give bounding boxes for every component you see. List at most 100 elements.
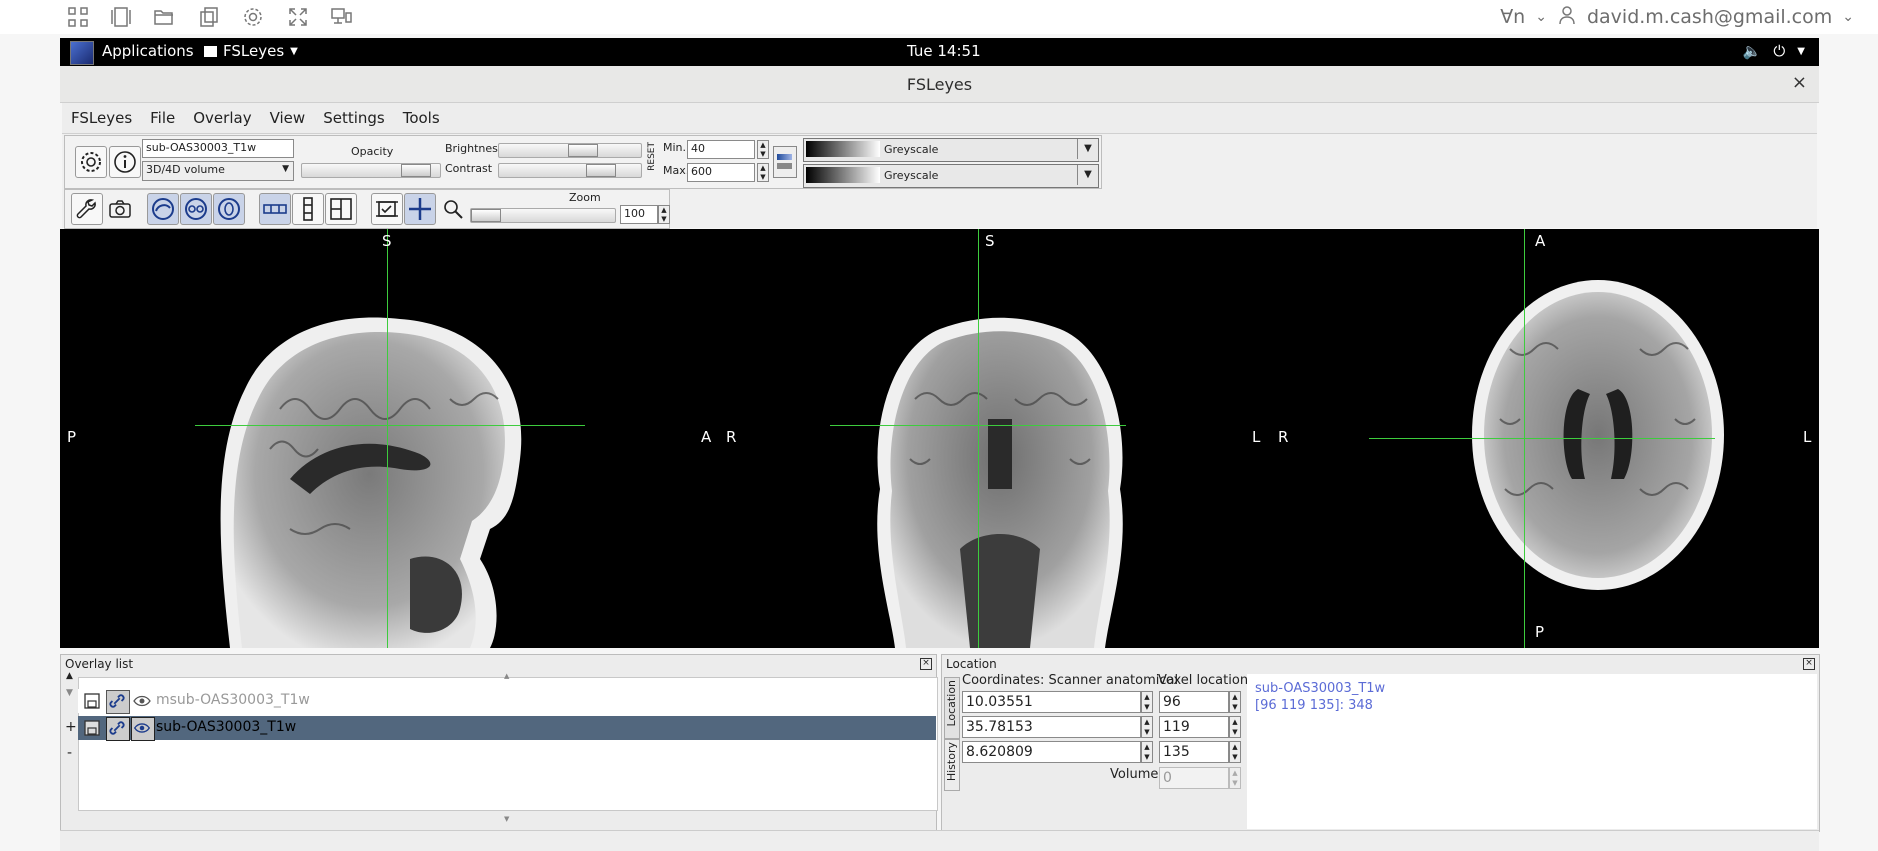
sagittal-canvas[interactable] bbox=[60, 229, 720, 648]
brightness-slider[interactable] bbox=[498, 143, 642, 158]
colormap-select[interactable]: Greyscale ▼ bbox=[803, 138, 1099, 162]
ortho-viewer[interactable]: S P A R S L R A L P bbox=[60, 229, 1819, 648]
applications-logo-icon[interactable] bbox=[70, 41, 94, 65]
zoom-slider[interactable] bbox=[470, 208, 616, 223]
ortho-settings-wrench-button[interactable] bbox=[71, 193, 103, 225]
user-email[interactable]: david.m.cash@gmail.com bbox=[1587, 6, 1832, 28]
menu-overlay[interactable]: Overlay bbox=[184, 109, 260, 127]
window-close-button[interactable]: × bbox=[1792, 72, 1807, 93]
display-icon[interactable] bbox=[329, 5, 353, 29]
scroll-down-icon[interactable]: ▼ bbox=[504, 815, 509, 823]
chevron-down-icon[interactable]: ⌄ bbox=[1535, 9, 1547, 25]
tab-location[interactable]: Location bbox=[944, 677, 960, 739]
overlay-info-button[interactable] bbox=[109, 146, 141, 178]
toggle-labels-button[interactable] bbox=[371, 193, 403, 225]
overlay-name[interactable]: sub-OAS30003_T1w bbox=[156, 719, 296, 735]
link-icon[interactable] bbox=[106, 717, 130, 741]
volume-spinner[interactable]: ▲ ▼ bbox=[1229, 767, 1241, 789]
menu-tools[interactable]: Tools bbox=[394, 109, 449, 127]
power-icon[interactable]: ⏻ bbox=[1773, 42, 1785, 60]
coordinate-y-field[interactable]: 35.78153 bbox=[962, 716, 1141, 738]
chevron-down-icon[interactable]: ⌄ bbox=[1842, 9, 1854, 25]
clock[interactable]: Tue 14:51 bbox=[907, 42, 981, 60]
applications-menu[interactable]: Applications bbox=[102, 42, 194, 60]
toggle-cursor-button[interactable] bbox=[404, 193, 436, 225]
volume-field[interactable]: 0 bbox=[1159, 767, 1229, 789]
voxel-location-label: Voxel location bbox=[1158, 673, 1249, 688]
menu-view[interactable]: View bbox=[261, 109, 315, 127]
copy-icon[interactable] bbox=[197, 5, 221, 29]
volume-icon[interactable]: 🔈 bbox=[1743, 42, 1762, 60]
max-spinner[interactable]: ▲ ▼ bbox=[757, 163, 769, 182]
zoom-field[interactable]: 100 bbox=[620, 205, 658, 224]
coordinate-y-spinner[interactable]: ▲ ▼ bbox=[1141, 716, 1153, 738]
min-spinner[interactable]: ▲ ▼ bbox=[757, 140, 769, 159]
toggle-coronal-button[interactable] bbox=[180, 193, 212, 225]
app-menu-fsleyes[interactable]: FSLeyes ▼ bbox=[204, 42, 298, 60]
axial-right-label: L bbox=[1803, 428, 1812, 446]
zoom-slider-thumb[interactable] bbox=[471, 209, 501, 222]
folder-open-icon[interactable] bbox=[152, 5, 176, 29]
axial-top-label: A bbox=[1535, 232, 1546, 250]
menu-file[interactable]: File bbox=[141, 109, 184, 127]
caret-down-icon[interactable]: ▼ bbox=[1797, 46, 1805, 57]
save-icon[interactable] bbox=[81, 717, 103, 739]
add-overlay-button[interactable]: + bbox=[65, 719, 77, 735]
move-up-icon[interactable]: ▲ bbox=[66, 671, 73, 681]
settings-gear-icon[interactable] bbox=[241, 5, 265, 29]
coronal-canvas[interactable] bbox=[720, 229, 1260, 648]
coordinate-x-field[interactable]: 10.03551 bbox=[962, 691, 1141, 713]
brightness-slider-thumb[interactable] bbox=[568, 144, 598, 157]
contrast-slider-thumb[interactable] bbox=[586, 164, 616, 177]
zoom-magnifier-icon[interactable] bbox=[437, 193, 469, 225]
close-panel-button[interactable]: × bbox=[920, 658, 932, 670]
sidebar-toggle-icon[interactable] bbox=[109, 5, 133, 29]
colormap-value: Greyscale bbox=[884, 169, 939, 182]
link-icon[interactable] bbox=[106, 690, 130, 714]
coordinate-x-spinner[interactable]: ▲ ▼ bbox=[1141, 691, 1153, 713]
coordinate-z-field[interactable]: 8.620809 bbox=[962, 741, 1141, 763]
toggle-axial-button[interactable] bbox=[213, 193, 245, 225]
voxel-y-spinner[interactable]: ▲ ▼ bbox=[1229, 716, 1241, 738]
zoom-spinner[interactable]: ▲ ▼ bbox=[658, 205, 670, 224]
overlay-name-field[interactable]: sub-OAS30003_T1w bbox=[142, 139, 294, 158]
visibility-eye-icon[interactable] bbox=[131, 690, 153, 712]
reset-button[interactable]: RESET bbox=[647, 142, 657, 171]
toggle-sagittal-button[interactable] bbox=[147, 193, 179, 225]
menu-settings[interactable]: Settings bbox=[314, 109, 394, 127]
grid-layout-button[interactable] bbox=[325, 193, 357, 225]
opacity-slider[interactable] bbox=[301, 163, 441, 178]
overlay-display-toolbar: sub-OAS30003_T1w 3D/4D volume ▼ Opacity … bbox=[64, 135, 1102, 189]
tab-history[interactable]: History bbox=[944, 739, 960, 791]
fullscreen-icon[interactable] bbox=[286, 5, 310, 29]
system-tray[interactable]: 🔈 ⏻ ▼ bbox=[1743, 42, 1805, 60]
voxel-x-field[interactable]: 96 bbox=[1159, 691, 1229, 713]
overlay-name[interactable]: msub-OAS30003_T1w bbox=[156, 692, 310, 708]
screenshot-camera-button[interactable] bbox=[104, 193, 136, 225]
link-range-button[interactable] bbox=[773, 146, 797, 178]
remove-overlay-button[interactable]: - bbox=[67, 745, 72, 761]
opacity-slider-thumb[interactable] bbox=[401, 164, 431, 177]
voxel-x-spinner[interactable]: ▲ ▼ bbox=[1229, 691, 1241, 713]
voxel-z-spinner[interactable]: ▲ ▼ bbox=[1229, 741, 1241, 763]
save-icon[interactable] bbox=[81, 690, 103, 712]
overlay-settings-button[interactable] bbox=[75, 146, 107, 178]
voxel-y-field[interactable]: 119 bbox=[1159, 716, 1229, 738]
overlay-type-select[interactable]: 3D/4D volume ▼ bbox=[142, 161, 294, 181]
horizontal-layout-button[interactable] bbox=[259, 193, 291, 225]
vertical-layout-button[interactable] bbox=[292, 193, 324, 225]
language-indicator[interactable]: ∀n bbox=[1500, 6, 1525, 28]
contrast-slider[interactable] bbox=[498, 163, 642, 178]
move-down-icon[interactable]: ▼ bbox=[66, 688, 73, 698]
max-field[interactable]: 600 bbox=[687, 163, 755, 182]
menu-fsleyes[interactable]: FSLeyes bbox=[62, 109, 141, 127]
min-field[interactable]: 40 bbox=[687, 140, 755, 159]
coordinate-z-spinner[interactable]: ▲ ▼ bbox=[1141, 741, 1153, 763]
voxel-z-field[interactable]: 135 bbox=[1159, 741, 1229, 763]
visibility-eye-icon[interactable] bbox=[131, 717, 155, 741]
scroll-up-icon[interactable]: ▲ bbox=[504, 672, 509, 680]
negative-colormap-select[interactable]: Greyscale ▼ bbox=[803, 164, 1099, 188]
apps-grid-icon[interactable] bbox=[66, 5, 90, 29]
close-panel-button[interactable]: × bbox=[1803, 658, 1815, 670]
menu-bar: FSLeyes File Overlay View Settings Tools bbox=[62, 103, 1817, 134]
